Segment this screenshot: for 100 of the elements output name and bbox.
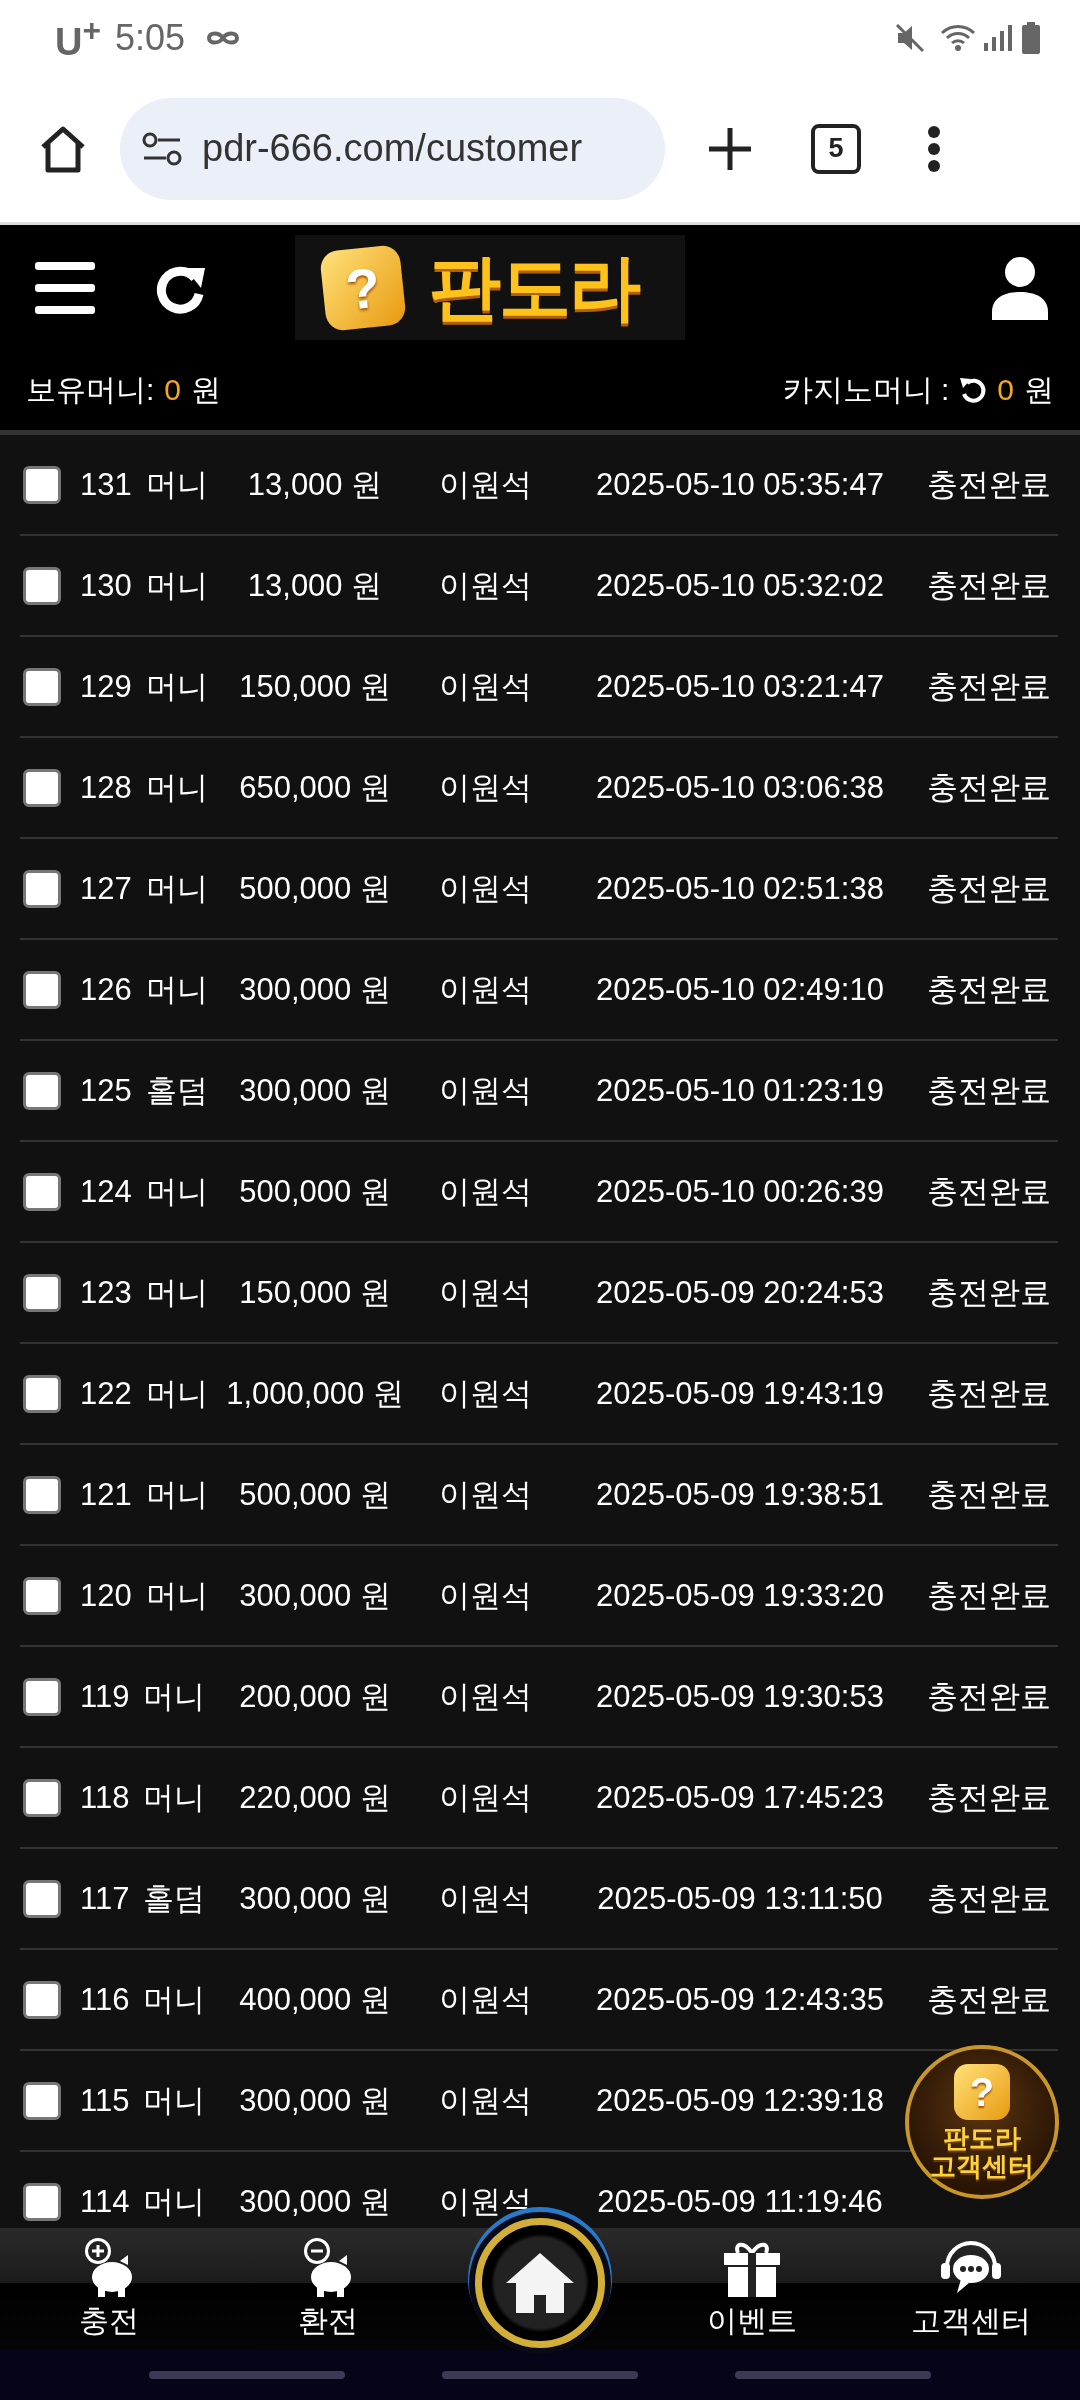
nav-tab[interactable]: 충전 [0, 2228, 219, 2350]
checkbox[interactable] [23, 1879, 61, 1918]
date-time-text: 2025-05-10 02:49:10 [596, 971, 884, 1007]
refresh-icon[interactable] [959, 376, 988, 404]
date-time-text: 2025-05-09 20:24:53 [596, 1274, 884, 1310]
entry-type: 머니 [143, 2082, 206, 2118]
checkbox[interactable] [23, 1374, 61, 1413]
date-time-text: 2025-05-10 03:21:47 [596, 668, 884, 704]
address-bar[interactable]: pdr-666.com/customer [120, 97, 665, 200]
date-time-text: 2025-05-09 17:45:23 [596, 1779, 884, 1815]
checkbox[interactable] [23, 970, 61, 1009]
entry-type: 머니 [143, 1678, 206, 1714]
checkbox[interactable] [23, 667, 61, 706]
checkbox[interactable] [23, 768, 61, 807]
entry-type: 머니 [145, 668, 208, 704]
entry-number: 128 [80, 769, 132, 805]
checkbox[interactable] [23, 1475, 61, 1514]
amount-text: 13,000 원 [247, 466, 383, 502]
nav-handle[interactable] [735, 2371, 932, 2379]
checkbox[interactable] [23, 2081, 61, 2120]
status-text: 충전완료 [927, 1375, 1051, 1411]
checkbox[interactable] [23, 1071, 61, 1110]
entry-number: 118 [80, 1779, 130, 1815]
checkbox[interactable] [23, 1778, 61, 1817]
name-text: 이원석 [438, 1779, 532, 1815]
name-text: 이원석 [438, 1880, 532, 1916]
battery-icon [1022, 21, 1040, 54]
wifi-icon [940, 22, 976, 53]
date-time-text: 2025-05-10 05:35:47 [596, 466, 884, 502]
status-text: 충전완료 [927, 1678, 1051, 1714]
status-text: 충전완료 [927, 1981, 1051, 2017]
entry-type: 머니 [145, 466, 208, 502]
menu-icon[interactable] [35, 261, 95, 314]
carrier-label: U$^{+}$ [55, 11, 101, 64]
date-time-text: 2025-05-09 19:33:20 [596, 1577, 884, 1613]
nav-tab[interactable]: 이벤트 [643, 2228, 862, 2350]
entry-number: 127 [80, 870, 132, 906]
entry-number: 116 [80, 1981, 130, 2017]
amount-text: 300,000 원 [239, 2183, 391, 2219]
nav-handle[interactable] [442, 2371, 638, 2379]
status-text: 충전완료 [927, 466, 1051, 502]
user-icon[interactable] [990, 255, 1050, 320]
entry-type: 머니 [145, 1274, 208, 1310]
clock-time: 5:05 [114, 16, 186, 59]
casino-balance-value: 0 [997, 373, 1014, 407]
entry-number: 123 [80, 1274, 132, 1310]
nav-handle[interactable] [148, 2371, 345, 2379]
amount-text: 300,000 원 [239, 971, 391, 1007]
currency-label: 원 [191, 371, 222, 408]
date-time-text: 2025-05-09 12:39:18 [596, 2082, 884, 2118]
name-text: 이원석 [438, 971, 532, 1007]
entry-number: 114 [80, 2183, 130, 2219]
nav-tab[interactable]: 환전 [218, 2228, 437, 2350]
amount-text: 500,000 원 [239, 870, 391, 906]
more-menu-icon[interactable] [927, 124, 941, 173]
checkbox[interactable] [23, 1576, 61, 1615]
amount-text: 200,000 원 [239, 1678, 391, 1714]
date-time-text: 2025-05-10 02:51:38 [596, 870, 884, 906]
checkbox[interactable] [23, 1273, 61, 1312]
badge-title[interactable]: 판도라 [943, 2124, 1021, 2152]
amount-text: 13,000 원 [247, 567, 383, 603]
entry-type: 머니 [145, 971, 208, 1007]
name-text: 이원석 [438, 1375, 532, 1411]
checkbox[interactable] [23, 566, 61, 605]
amount-text: 500,000 원 [239, 1173, 391, 1209]
status-text: 충전완료 [927, 1072, 1051, 1108]
checkbox[interactable] [23, 1677, 61, 1716]
entry-type: 머니 [145, 1476, 208, 1512]
home-icon [504, 2251, 576, 2315]
checkbox[interactable] [23, 869, 61, 908]
entry-type: 머니 [143, 2183, 206, 2219]
amount-text: 300,000 원 [239, 1072, 391, 1108]
status-text: 충전완료 [927, 1274, 1051, 1310]
date-time-text: 2025-05-10 03:06:38 [596, 769, 884, 805]
tab-count-button[interactable]: 5 [811, 123, 861, 174]
site-logo[interactable]: ? 판도라 [295, 235, 685, 340]
nav-tab[interactable]: 고객센터 [861, 2228, 1080, 2350]
checkbox[interactable] [23, 1172, 61, 1211]
amount-text: 220,000 원 [239, 1779, 391, 1815]
checkbox[interactable] [23, 1980, 61, 2019]
status-text: 충전완료 [927, 1577, 1051, 1613]
name-text: 이원석 [438, 668, 532, 704]
new-tab-icon[interactable] [707, 125, 753, 172]
name-text: 이원석 [438, 1173, 532, 1209]
site-settings-icon[interactable] [142, 131, 182, 166]
date-time-text: 2025-05-09 19:43:19 [596, 1375, 884, 1411]
name-text: 이원석 [438, 567, 532, 603]
date-time-text: 2025-05-09 19:30:53 [596, 1678, 884, 1714]
badge-subtitle[interactable]: 고객센터 [930, 2152, 1034, 2180]
date-time-text: 2025-05-10 00:26:39 [596, 1173, 884, 1209]
status-text: 충전완료 [927, 870, 1051, 906]
checkbox[interactable] [23, 465, 61, 504]
amount-text: 300,000 원 [239, 1577, 391, 1613]
status-text: 충전완료 [927, 1779, 1051, 1815]
entry-type: 머니 [145, 769, 208, 805]
name-text: 이원석 [438, 2082, 532, 2118]
amount-text: 1,000,000 원 [226, 1375, 404, 1411]
date-time-text: 2025-05-10 05:32:02 [596, 567, 884, 603]
entry-number: 119 [80, 1678, 130, 1714]
checkbox[interactable] [23, 2182, 61, 2221]
